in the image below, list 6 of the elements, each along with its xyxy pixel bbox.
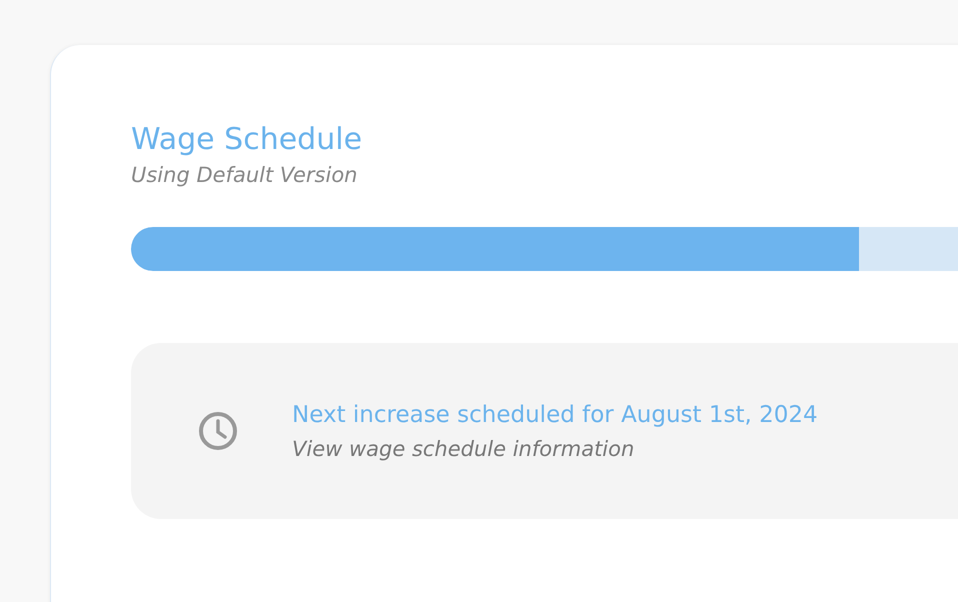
page-subtitle: Using Default Version: [131, 162, 358, 189]
page-title: Wage Schedule: [131, 121, 364, 159]
notice-title: Next increase scheduled for August 1st, 2024: [292, 401, 818, 430]
notice-panel[interactable]: Next increase scheduled for August 1st, 2024 View wage schedule information: [131, 343, 958, 519]
notice-link[interactable]: View wage schedule information: [292, 433, 818, 465]
clock-icon: [198, 411, 238, 451]
